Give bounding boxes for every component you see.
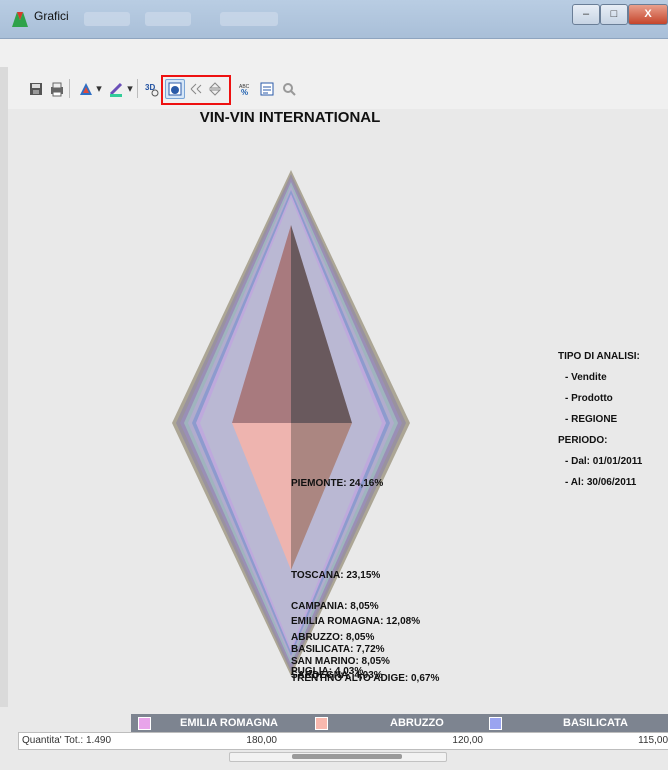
scrollbar-thumb[interactable]: [292, 754, 402, 759]
legend-swatch: [315, 717, 328, 730]
slice-label: CAMPANIA: 8,05%: [291, 601, 379, 612]
info-tipo: TIPO DI ANALISI:: [558, 351, 640, 362]
info-regione: - REGIONE: [565, 414, 618, 425]
slice-label: TRENTINO ALTO ADIGE: 0,67%: [291, 673, 440, 684]
slice-label: PIEMONTE: 24,16%: [291, 478, 384, 489]
value-cell: 115,00: [638, 735, 668, 746]
analysis-info: TIPO DI ANALISI: - Vendite - Prodotto - …: [558, 346, 642, 493]
legend-item: EMILIA ROMAGNA: [138, 714, 288, 732]
legend-item: BASILICATA: [489, 714, 668, 732]
slice-label: TOSCANA: 23,15%: [291, 570, 381, 581]
row-label: Quantita' Tot.: 1.490: [22, 735, 112, 746]
value-cell: 180,00: [246, 735, 277, 746]
legend-swatch: [489, 717, 502, 730]
slice-label: EMILIA ROMAGNA: 12,08%: [291, 616, 421, 627]
legend-swatch: [138, 717, 151, 730]
info-vendite: - Vendite: [565, 372, 607, 383]
slice-label: ABRUZZO: 8,05%: [291, 632, 375, 643]
slice-label: BASILICATA: 7,72%: [291, 644, 385, 655]
legend-label: ABRUZZO: [390, 717, 444, 729]
info-al: - Al: 30/06/2011: [565, 477, 637, 488]
legend-item: ABRUZZO: [315, 714, 465, 732]
legend-label: EMILIA ROMAGNA: [180, 717, 278, 729]
legend-label: BASILICATA: [563, 717, 628, 729]
info-dal: - Dal: 01/01/2011: [565, 456, 643, 467]
legend-header: EMILIA ROMAGNA ABRUZZO BASILICATA: [131, 714, 668, 732]
horizontal-scrollbar[interactable]: [229, 752, 447, 762]
totals-row: Quantita' Tot.: 1.490 180,00 120,00 115,…: [18, 732, 668, 750]
info-prodotto: - Prodotto: [565, 393, 613, 404]
info-periodo: PERIODO:: [558, 435, 608, 446]
value-cell: 120,00: [452, 735, 483, 746]
